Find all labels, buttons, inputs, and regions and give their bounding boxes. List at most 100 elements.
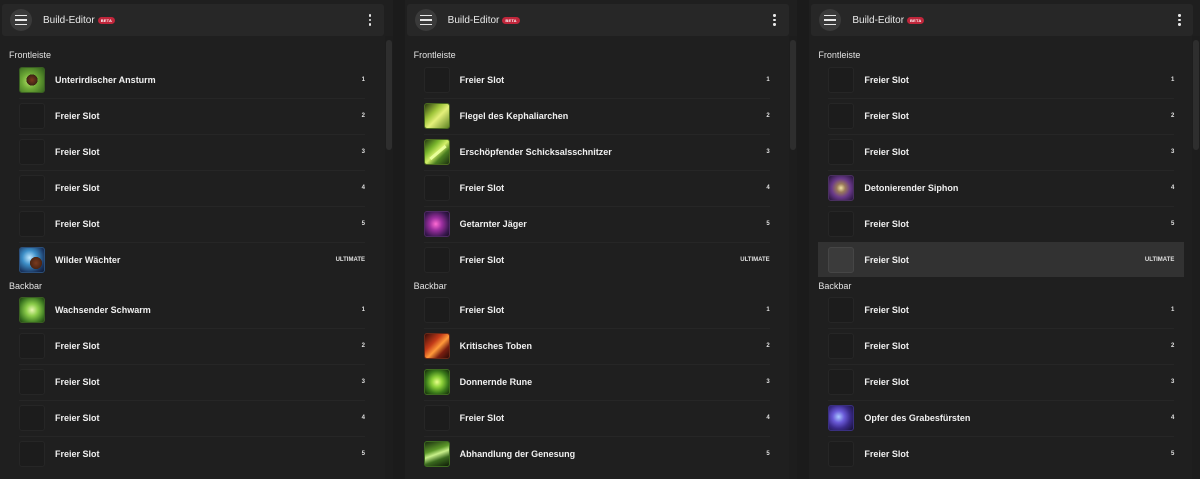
more-options-icon[interactable] xyxy=(368,13,372,26)
front-slot-2[interactable]: Freier Slot 2 xyxy=(818,98,1184,133)
back-slot-1[interactable]: Freier Slot 1 xyxy=(414,292,780,327)
slot-name: Freier Slot xyxy=(55,182,100,193)
front-slot-5[interactable]: Freier Slot 5 xyxy=(818,206,1184,241)
slot-name: Opfer des Grabesfürsten xyxy=(864,412,971,423)
back-slot-5[interactable]: Abhandlung der Genesung 5 xyxy=(414,436,780,471)
slot-number: 1 xyxy=(1171,76,1175,83)
front-slot-5[interactable]: Freier Slot 5 xyxy=(9,206,375,241)
front-slot-4[interactable]: Detonierender Siphon 4 xyxy=(818,170,1184,205)
back-slot-1[interactable]: Wachsender Schwarm 1 xyxy=(9,292,375,327)
back-slot-4[interactable]: Freier Slot 4 xyxy=(9,400,375,435)
empty-slot-icon xyxy=(828,368,855,395)
scrollbar-thumb[interactable] xyxy=(385,40,392,150)
slot-number: 3 xyxy=(1171,378,1175,385)
back-slot-1[interactable]: Freier Slot 1 xyxy=(818,292,1184,327)
slot-number: ULTIMATE xyxy=(1144,256,1175,263)
menu-icon[interactable] xyxy=(819,9,842,31)
empty-slot-icon xyxy=(423,296,450,323)
section-label-frontleiste: Frontleiste xyxy=(818,50,861,60)
front-slot-3[interactable]: Erschöpfender Schicksalsschnitzer 3 xyxy=(414,134,780,169)
slot-number: 4 xyxy=(1171,414,1175,421)
slot-number: 3 xyxy=(361,148,365,155)
slot-name: Freier Slot xyxy=(864,146,909,157)
scrollbar-thumb[interactable] xyxy=(790,40,797,150)
slot-number: 4 xyxy=(766,414,770,421)
slot-name: Freier Slot xyxy=(55,146,100,157)
slot-name: Freier Slot xyxy=(459,304,505,315)
front-slot-ultimate[interactable]: Wilder Wächter ULTIMATE xyxy=(9,242,375,277)
empty-slot-icon xyxy=(423,404,450,431)
back-slot-2[interactable]: Kritisches Toben 2 xyxy=(414,328,780,363)
front-slot-1[interactable]: Unterirdischer Ansturm 1 xyxy=(9,62,375,97)
beta-badge: BETA xyxy=(97,16,116,24)
back-slot-4[interactable]: Opfer des Grabesfürsten 4 xyxy=(818,400,1184,435)
slot-number: 1 xyxy=(766,76,770,83)
slot-name: Freier Slot xyxy=(55,218,100,229)
empty-slot-icon xyxy=(19,368,45,395)
slot-number: 4 xyxy=(361,414,365,421)
scrollbar-thumb[interactable] xyxy=(1193,40,1200,150)
back-slot-5[interactable]: Freier Slot 5 xyxy=(9,436,375,471)
front-slot-1[interactable]: Freier Slot 1 xyxy=(818,62,1184,97)
more-options-icon[interactable] xyxy=(773,13,777,26)
slot-name: Erschöpfender Schicksalsschnitzer xyxy=(459,146,612,157)
front-slot-4[interactable]: Freier Slot 4 xyxy=(9,170,375,205)
slot-number: 5 xyxy=(361,220,365,227)
front-slot-ultimate[interactable]: Freier Slot ULTIMATE xyxy=(818,242,1185,277)
skill-wachsender-schwarm-icon xyxy=(19,296,45,323)
more-options-icon[interactable] xyxy=(1177,13,1181,26)
slot-number: 4 xyxy=(766,184,770,191)
back-slot-5[interactable]: Freier Slot 5 xyxy=(818,436,1184,471)
front-slot-2[interactable]: Freier Slot 2 xyxy=(9,98,375,133)
front-slot-2[interactable]: Flegel des Kephaliarchen 2 xyxy=(414,98,780,133)
screen-2: Build-Editor BETA Frontleiste Freier Slo… xyxy=(404,0,798,479)
slot-number: 1 xyxy=(766,306,770,313)
back-slot-3[interactable]: Donnernde Rune 3 xyxy=(414,364,780,399)
slot-name: Flegel des Kephaliarchen xyxy=(459,110,569,121)
front-slot-5[interactable]: Getarnter Jäger 5 xyxy=(414,206,780,241)
skill-abhandlung-der-genesung-icon xyxy=(423,440,450,467)
slot-name: Freier Slot xyxy=(864,110,909,121)
slot-number: 2 xyxy=(766,112,770,119)
front-slot-3[interactable]: Freier Slot 3 xyxy=(818,134,1184,169)
skill-unterirdischer-ansturm-icon xyxy=(19,66,45,93)
slot-name: Freier Slot xyxy=(459,254,505,265)
menu-icon[interactable] xyxy=(10,9,32,31)
slot-name: Wilder Wächter xyxy=(55,254,121,265)
empty-slot-icon xyxy=(828,296,855,323)
app-bar: Build-Editor BETA xyxy=(2,4,384,36)
front-slot-4[interactable]: Freier Slot 4 xyxy=(414,170,780,205)
slot-number: 2 xyxy=(1171,342,1175,349)
slot-name: Freier Slot xyxy=(459,412,505,423)
slot-number: ULTIMATE xyxy=(740,256,770,263)
app-title: Build-Editor xyxy=(852,14,905,26)
slot-name: Freier Slot xyxy=(864,376,909,387)
empty-slot-icon xyxy=(828,138,855,165)
empty-slot-icon xyxy=(19,102,45,129)
skill-kritisches-toben-icon xyxy=(423,332,450,359)
section-label-backbar: Backbar xyxy=(413,281,447,291)
slot-number: 5 xyxy=(361,450,365,457)
slot-name: Getarnter Jäger xyxy=(459,218,527,229)
back-slot-3[interactable]: Freier Slot 3 xyxy=(9,364,375,399)
empty-slot-icon xyxy=(423,174,450,201)
beta-badge: BETA xyxy=(907,16,925,24)
front-slot-ultimate[interactable]: Freier Slot ULTIMATE xyxy=(414,242,780,277)
back-slot-4[interactable]: Freier Slot 4 xyxy=(414,400,780,435)
front-slot-3[interactable]: Freier Slot 3 xyxy=(9,134,375,169)
back-slot-2[interactable]: Freier Slot 2 xyxy=(818,328,1184,363)
slot-name: Donnernde Rune xyxy=(459,376,533,387)
back-slot-3[interactable]: Freier Slot 3 xyxy=(818,364,1184,399)
menu-icon[interactable] xyxy=(414,9,437,31)
slot-number: 2 xyxy=(1171,112,1175,119)
slot-number: 5 xyxy=(1171,450,1175,457)
empty-slot-icon xyxy=(828,210,855,237)
slot-name: Freier Slot xyxy=(864,218,909,229)
section-label-backbar: Backbar xyxy=(9,281,43,291)
slot-number: 4 xyxy=(361,184,365,191)
app-bar: Build-Editor BETA xyxy=(811,4,1194,36)
empty-slot-icon xyxy=(423,66,450,93)
back-slot-2[interactable]: Freier Slot 2 xyxy=(9,328,375,363)
skill-erschoepfender-schicksalsschnitzer-icon xyxy=(423,138,450,165)
front-slot-1[interactable]: Freier Slot 1 xyxy=(414,62,780,97)
